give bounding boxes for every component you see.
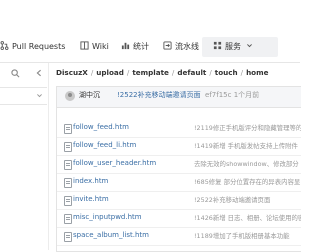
file-commit-message[interactable]: 去除无效的showwindow、修改部分 (194, 159, 301, 168)
file-commit-message[interactable]: !1189增加了手机版相册基本功能 (194, 231, 301, 240)
tab-stats[interactable]: 统计 (121, 40, 149, 54)
file-row[interactable]: invite.htm !2522补充移动端邀请页面 (57, 192, 301, 210)
breadcrumb: DiscuzX / upload / template / default / touch / ho… (56, 68, 269, 77)
chevron-down-icon (246, 44, 252, 48)
sidebar-divider (0, 87, 47, 88)
tab-service-label: 服务 (225, 42, 241, 51)
tab-pull-requests-label: Pull Requests (12, 42, 66, 51)
chevron-left-icon[interactable] (35, 69, 43, 77)
breadcrumb-segment[interactable]: default (177, 68, 206, 77)
pipeline-icon (163, 41, 172, 50)
file-commit-message[interactable]: !685修复 部分位置存在的异表内容显 (194, 177, 301, 186)
breadcrumb-current: home (246, 68, 269, 77)
latest-commit-row: 湖中沉 !2522补充移动端邀请页面 ef7f15c 1个月前 (57, 87, 301, 108)
file-tree-sidebar (0, 63, 49, 250)
chevron-down-icon[interactable] (36, 92, 43, 99)
file-name[interactable]: index.htm (73, 177, 108, 185)
file-name[interactable]: space_album_list.htm (73, 231, 149, 239)
file-icon (64, 160, 72, 170)
breadcrumb-segment[interactable]: template (132, 68, 169, 77)
file-icon (64, 124, 72, 134)
commit-hash-time: ef7f15c 1个月前 (205, 90, 259, 100)
file-row[interactable]: follow_user_header.htm 去除无效的showwindow、修… (57, 156, 301, 174)
file-icon (64, 178, 72, 188)
pull-request-icon (0, 41, 9, 50)
bar-chart-icon (121, 42, 130, 50)
top-blank-area (0, 0, 300, 30)
tab-pipeline-label: 流水线 (175, 42, 199, 51)
file-icon (64, 142, 72, 152)
commit-hash[interactable]: ef7f15c (205, 91, 231, 99)
tab-service[interactable]: 服务 (213, 40, 253, 54)
tab-wiki-label: Wiki (92, 42, 109, 51)
tab-stats-label: 统计 (133, 42, 149, 51)
tab-pipeline[interactable]: 流水线 (163, 40, 199, 54)
file-commit-message[interactable]: !2522补充移动端邀请页面 (194, 195, 301, 204)
file-list-table: 湖中沉 !2522补充移动端邀请页面 ef7f15c 1个月前 follow_f… (56, 86, 301, 252)
repo-toolbar: Pull Requests Wiki 统计 流水线 服务 (0, 30, 300, 63)
file-name[interactable]: misc_inputpwd.htm (73, 213, 142, 221)
breadcrumb-segment[interactable]: upload (96, 68, 124, 77)
file-icon (64, 214, 72, 224)
file-row[interactable]: follow_feed_li.htm !1419新增 手机版发帖支持上传附件 (57, 138, 301, 156)
file-row[interactable]: space_album_list.htm !1189增加了手机版相册基本功能 (57, 228, 301, 246)
grid-icon (213, 41, 222, 50)
file-name[interactable]: follow_feed_li.htm (73, 141, 136, 149)
file-name[interactable]: invite.htm (73, 195, 109, 203)
file-commit-message[interactable]: !1419新增 手机版发帖支持上传附件 (194, 141, 301, 150)
tab-wiki[interactable]: Wiki (80, 40, 109, 54)
file-row[interactable]: follow_feed.htm !2119修正手机版评分和隐藏管理等的 (57, 120, 301, 138)
file-commit-message[interactable]: !2119修正手机版评分和隐藏管理等的 (194, 123, 301, 132)
breadcrumb-segment[interactable]: touch (215, 68, 238, 77)
avatar[interactable] (65, 91, 75, 101)
search-icon[interactable] (11, 69, 20, 78)
commit-time: 1个月前 (233, 91, 260, 99)
file-name[interactable]: follow_feed.htm (73, 123, 129, 131)
file-row[interactable]: index.htm !685修复 部分位置存在的异表内容显 (57, 174, 301, 192)
commit-message[interactable]: !2522补充移动端邀请页面 (117, 90, 201, 100)
file-commit-message[interactable]: !1426新增 日志、相册、论坛使用的密 (194, 213, 301, 222)
file-row[interactable]: misc_inputpwd.htm !1426新增 日志、相册、论坛使用的密 (57, 210, 301, 228)
breadcrumb-repo[interactable]: DiscuzX (56, 68, 88, 77)
file-icon (64, 196, 72, 206)
file-name[interactable]: follow_user_header.htm (73, 159, 156, 167)
commit-author[interactable]: 湖中沉 (79, 90, 100, 100)
book-icon (80, 41, 89, 50)
tab-pull-requests[interactable]: Pull Requests (0, 40, 65, 54)
file-icon (64, 232, 72, 242)
sidebar-divider (0, 104, 47, 105)
